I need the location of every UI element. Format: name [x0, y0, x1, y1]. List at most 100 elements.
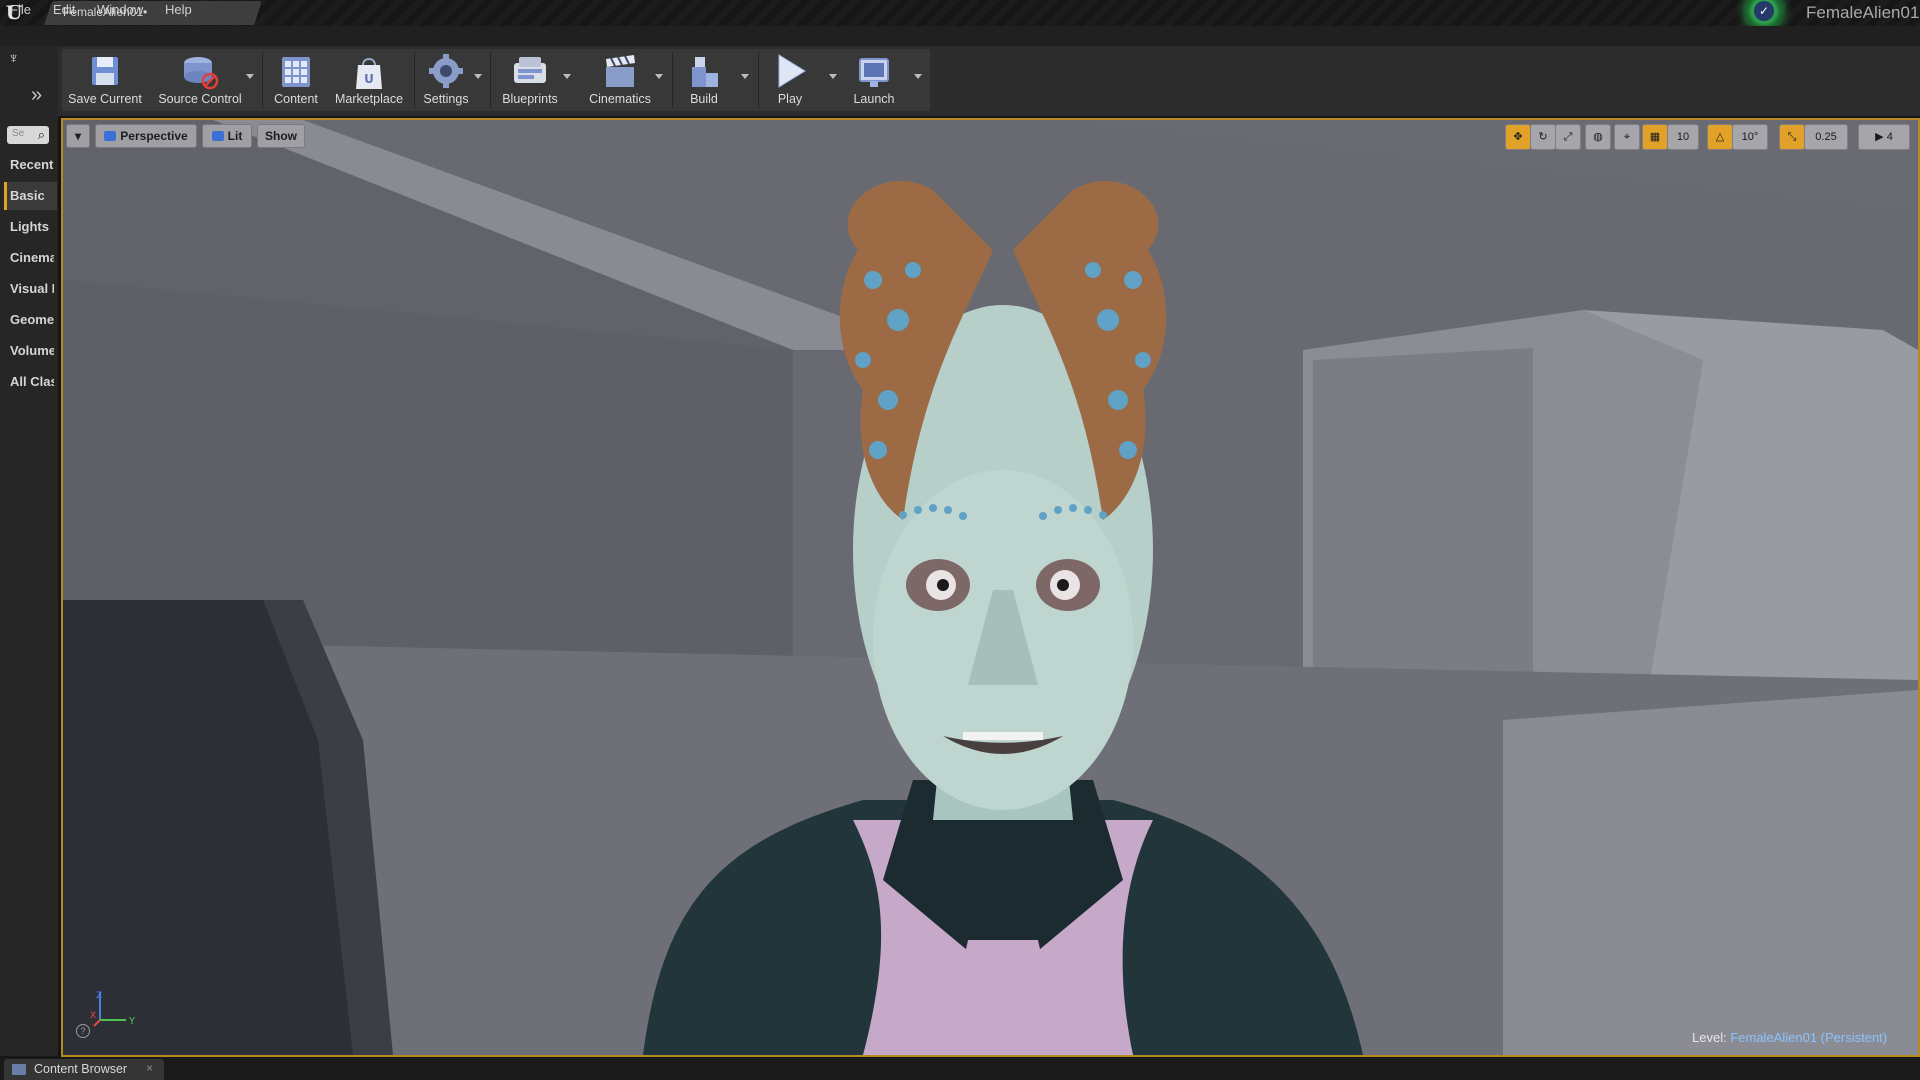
launch-label: Launch — [853, 92, 895, 106]
settings-icon — [429, 54, 463, 88]
svg-text:U: U — [364, 72, 374, 86]
world-space-icon[interactable]: ◍ — [1585, 124, 1611, 150]
search-placeholder: Se — [12, 128, 25, 139]
settings-button[interactable]: Settings — [418, 50, 474, 110]
level-label: Level: — [1692, 1030, 1727, 1045]
viewport-options-dropdown[interactable]: ▾ — [66, 124, 90, 148]
rotation-snap-icon[interactable]: △ — [1707, 124, 1733, 150]
scale-tool-icon[interactable]: ⤢ — [1555, 124, 1581, 150]
play-button[interactable]: Play — [762, 50, 818, 110]
content-browser-label: Content Browser — [34, 1062, 128, 1076]
menu-file[interactable]: File — [10, 2, 31, 17]
scale-snap-value[interactable]: 0.25 — [1804, 124, 1848, 150]
show-button[interactable]: Show — [257, 124, 305, 148]
menu-window[interactable]: Window — [97, 2, 143, 17]
place-category-geometry[interactable]: Geome — [10, 312, 54, 327]
toolbar-separator — [672, 52, 673, 108]
toolbar-separator — [414, 52, 415, 108]
place-category-cinematic[interactable]: Cinema — [10, 250, 54, 265]
menu-edit[interactable]: Edit — [53, 2, 75, 17]
toolbar-separator — [758, 52, 759, 108]
place-category-all-classes[interactable]: All Clas — [10, 374, 54, 389]
toolbar-separator — [262, 52, 263, 108]
camera-speed-value: 4 — [1886, 131, 1893, 143]
perspective-label: Perspective — [120, 129, 188, 143]
toolbar-separator — [490, 52, 491, 108]
launch-button[interactable]: Launch — [844, 50, 904, 110]
launch-dropdown[interactable] — [914, 74, 922, 79]
scale-snap-icon[interactable]: ⤡ — [1779, 124, 1805, 150]
menu-help[interactable]: Help — [165, 2, 192, 17]
help-icon[interactable]: ? — [76, 1024, 90, 1038]
grid-snap-value[interactable]: 10 — [1667, 124, 1699, 150]
source-control-dropdown[interactable] — [246, 74, 254, 79]
place-search-input[interactable]: Se ⌕ — [7, 126, 49, 144]
save-icon — [92, 57, 118, 85]
search-icon: ⌕ — [37, 127, 45, 142]
save-current-button[interactable]: Save Current — [64, 50, 146, 110]
menu-bar — [0, 26, 1920, 46]
perspective-button[interactable]: Perspective — [95, 124, 197, 148]
place-category-recent[interactable]: Recent — [10, 157, 54, 172]
save-current-label: Save Current — [68, 92, 142, 106]
blueprints-button[interactable]: Blueprints — [496, 50, 564, 110]
play-label: Play — [777, 92, 803, 106]
cinematics-button[interactable]: Cinematics — [580, 50, 660, 110]
translate-tool-icon[interactable]: ✥ — [1505, 124, 1531, 150]
axis-gizmo: Z Y X — [90, 991, 136, 1027]
build-label: Build — [690, 92, 718, 106]
cinematics-icon — [606, 55, 635, 87]
blueprints-dropdown[interactable] — [563, 74, 571, 79]
grid-snap-icon[interactable]: ▦ — [1642, 124, 1668, 150]
lit-button[interactable]: Lit — [202, 124, 252, 148]
place-mode-icon[interactable]: ♆ — [8, 50, 19, 67]
blueprints-label: Blueprints — [502, 92, 558, 106]
bottom-bar — [0, 1058, 1920, 1080]
close-icon[interactable]: × — [146, 1061, 153, 1075]
source-control-button[interactable]: Source Control — [152, 50, 248, 110]
play-dropdown[interactable] — [829, 74, 837, 79]
place-category-lights[interactable]: Lights — [10, 219, 54, 234]
play-icon — [778, 54, 806, 88]
project-name: FemaleAlien01 — [1806, 3, 1920, 22]
marketplace-icon: U — [356, 58, 382, 89]
camera-icon: ▶ — [1875, 131, 1887, 143]
content-icon — [282, 57, 310, 87]
build-dropdown[interactable] — [741, 74, 749, 79]
level-name: FemaleAlien01 (Persistent) — [1730, 1030, 1888, 1045]
lit-icon — [211, 131, 224, 141]
title-bar — [0, 0, 1920, 26]
content-browser-icon — [12, 1064, 26, 1075]
level-indicator: Level: FemaleAlien01 (Persistent) — [1692, 1030, 1887, 1045]
expand-toolbar-icon[interactable]: » — [31, 84, 42, 107]
blueprints-icon — [514, 57, 546, 83]
axis-z-label: Z — [96, 991, 102, 1001]
perspective-icon — [104, 131, 117, 141]
viewport-scene — [63, 120, 1918, 1055]
place-category-basic[interactable]: Basic — [10, 188, 54, 203]
cinematics-dropdown[interactable] — [655, 74, 663, 79]
build-icon — [692, 57, 718, 87]
launch-icon — [859, 58, 889, 87]
source-control-label: Source Control — [158, 92, 242, 106]
rotation-snap-value[interactable]: 10° — [1732, 124, 1768, 150]
camera-speed-button[interactable]: ▶ 4 — [1858, 124, 1910, 150]
content-button[interactable]: Content — [266, 50, 326, 110]
settings-label: Settings — [423, 92, 469, 106]
axis-y-label: Y — [128, 1016, 136, 1027]
rotate-tool-icon[interactable]: ↻ — [1530, 124, 1556, 150]
content-label: Content — [274, 92, 318, 106]
build-button[interactable]: Build — [676, 50, 732, 110]
place-category-visual-effects[interactable]: Visual I — [10, 281, 54, 296]
surface-snap-icon[interactable]: ⌖ — [1614, 124, 1640, 150]
show-label: Show — [265, 129, 297, 143]
lit-label: Lit — [227, 129, 243, 143]
marketplace-label: Marketplace — [334, 92, 404, 106]
level-viewport[interactable] — [61, 118, 1920, 1057]
cinematics-label: Cinematics — [589, 92, 651, 106]
source-control-icon — [184, 57, 219, 90]
settings-dropdown[interactable] — [474, 74, 482, 79]
place-category-volumes[interactable]: Volume — [10, 343, 54, 358]
marketplace-button[interactable]: U Marketplace — [330, 50, 408, 110]
axis-x-label: X — [90, 1011, 96, 1021]
